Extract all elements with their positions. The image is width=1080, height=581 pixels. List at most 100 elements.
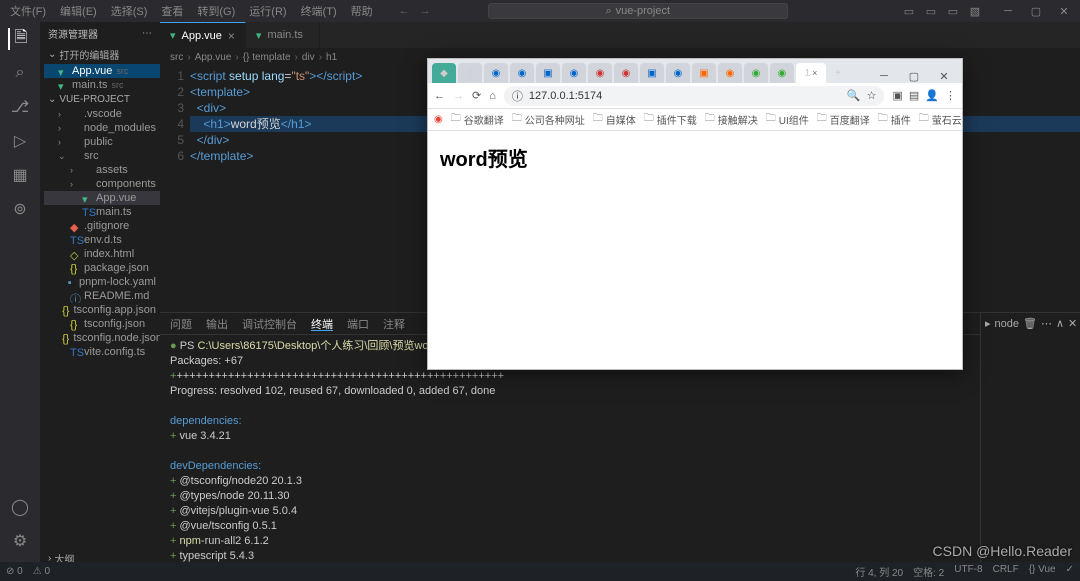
browser-minimize[interactable]: ─ xyxy=(870,70,898,83)
file-tree-item[interactable]: {}tsconfig.json xyxy=(44,317,160,331)
browser-tab[interactable]: ◉ xyxy=(588,63,612,83)
browser-tab[interactable]: ◉ xyxy=(614,63,638,83)
breadcrumb-item[interactable]: App.vue xyxy=(195,52,232,63)
browser-tab[interactable]: ◉ xyxy=(666,63,690,83)
file-tree-item[interactable]: ⌄src xyxy=(44,149,160,163)
breadcrumb-item[interactable]: {} template xyxy=(243,52,291,63)
nav-arrows[interactable]: ←→ xyxy=(399,5,431,17)
menu-icon[interactable]: ⋮ xyxy=(945,89,956,102)
menu-item[interactable]: 文件(F) xyxy=(4,1,52,21)
status-item[interactable]: 空格: 2 xyxy=(913,564,944,579)
file-tree-item[interactable]: ›node_modules xyxy=(44,121,160,135)
file-tree-item[interactable]: ◇index.html xyxy=(44,247,160,261)
menu-item[interactable]: 查看 xyxy=(155,1,189,21)
search-in-page-icon[interactable]: 🔍 xyxy=(847,89,861,102)
bookmark-star-icon[interactable]: ☆ xyxy=(867,89,877,102)
editor-tab[interactable]: ▾App.vue× xyxy=(160,22,246,48)
extensions-icon[interactable]: ▦ xyxy=(9,164,31,186)
layout-controls[interactable]: ▭ ▭ ▭ ▧ xyxy=(902,5,982,18)
back-button[interactable]: ← xyxy=(434,90,445,102)
bookmark-item[interactable]: 🗀插件 xyxy=(878,111,911,128)
search-icon[interactable]: ⌕ xyxy=(9,62,31,84)
extension-icon[interactable]: ▤ xyxy=(909,89,919,102)
open-editor-item[interactable]: ▾App.vue src xyxy=(44,64,160,78)
file-tree-item[interactable]: {}tsconfig.node.json xyxy=(44,331,160,345)
outline-header[interactable]: ›大纲 xyxy=(40,549,160,562)
browser-tab[interactable]: | xyxy=(458,63,482,83)
open-editor-item[interactable]: ▾main.ts src xyxy=(44,78,160,92)
file-tree-item[interactable]: {}tsconfig.app.json xyxy=(44,303,160,317)
browser-tab[interactable]: ◉ xyxy=(770,63,794,83)
test-icon[interactable]: ⊚ xyxy=(9,198,31,220)
file-tree-item[interactable]: ◆.gitignore xyxy=(44,219,160,233)
explorer-icon[interactable]: 🗎 xyxy=(8,28,30,50)
open-editors-header[interactable]: ⌄打开的编辑器 xyxy=(40,45,160,64)
status-item[interactable]: 行 4, 列 20 xyxy=(855,564,903,579)
close-button[interactable]: ✕ xyxy=(1052,5,1076,18)
browser-maximize[interactable]: ▢ xyxy=(900,70,928,83)
forward-button[interactable]: → xyxy=(453,90,464,102)
profile-icon[interactable]: 👤 xyxy=(925,89,939,102)
file-tree-item[interactable]: ›assets xyxy=(44,163,160,177)
panel-tab[interactable]: 调试控制台 xyxy=(242,316,297,331)
menu-item[interactable]: 终端(T) xyxy=(295,1,343,21)
new-tab-button[interactable]: + xyxy=(828,63,848,83)
browser-tab[interactable]: ◉ xyxy=(562,63,586,83)
extension-icon[interactable]: ▣ xyxy=(892,89,902,102)
menu-item[interactable]: 编辑(E) xyxy=(54,1,103,21)
bookmark-item[interactable]: 🗀公司各种网址 xyxy=(512,111,585,128)
file-tree-item[interactable]: ›.vscode xyxy=(44,107,160,121)
debug-icon[interactable]: ▷ xyxy=(9,130,31,152)
browser-tab[interactable]: ▣ xyxy=(640,63,664,83)
breadcrumb-item[interactable]: h1 xyxy=(326,52,337,63)
menu-item[interactable]: 转到(G) xyxy=(191,1,241,21)
command-search[interactable]: ⌕ vue-project xyxy=(488,3,788,19)
browser-tab[interactable]: ▣ xyxy=(536,63,560,83)
status-item[interactable]: {} Vue xyxy=(1029,564,1056,579)
menu-item[interactable]: 运行(R) xyxy=(243,1,292,21)
file-tree-item[interactable]: ▪pnpm-lock.yaml xyxy=(44,275,160,289)
editor-tab[interactable]: ▾main.ts xyxy=(246,22,320,48)
panel-right-icon[interactable]: ▭ xyxy=(946,5,960,18)
browser-tab[interactable]: ◉ xyxy=(744,63,768,83)
source-control-icon[interactable]: ⎇ xyxy=(9,96,31,118)
bookmark-item[interactable]: 🗀UI组件 xyxy=(766,111,809,128)
status-item[interactable]: UTF-8 xyxy=(954,564,982,579)
bookmark-item[interactable]: ◉ xyxy=(434,114,443,125)
status-item[interactable]: ⚠ 0 xyxy=(33,566,50,577)
panel-tab[interactable]: 输出 xyxy=(206,316,228,331)
bookmark-item[interactable]: 🗀萤石云摄像头 xyxy=(919,111,962,128)
maximize-button[interactable]: ▢ xyxy=(1024,5,1048,18)
file-tree-item[interactable]: ›components xyxy=(44,177,160,191)
menu-item[interactable]: 选择(S) xyxy=(105,1,154,21)
file-tree-item[interactable]: TSvite.config.ts xyxy=(44,345,160,359)
home-button[interactable]: ⌂ xyxy=(489,90,496,102)
account-icon[interactable]: ◯ xyxy=(9,496,31,518)
panel-tab[interactable]: 终端 xyxy=(311,316,333,331)
bookmark-item[interactable]: 🗀百度翻译 xyxy=(817,111,870,128)
address-bar[interactable]: ⓘ 127.0.0.1:5174 🔍 ☆ xyxy=(504,86,885,106)
minimize-button[interactable]: ─ xyxy=(996,5,1020,18)
site-info-icon[interactable]: ⓘ xyxy=(512,88,523,104)
browser-tab-active[interactable]: 1× xyxy=(796,63,826,83)
layout-icon[interactable]: ▧ xyxy=(968,5,982,18)
more-icon[interactable]: ⋯ xyxy=(142,28,152,39)
terminal-list[interactable]: ▸node🗑⋯∧✕ xyxy=(980,313,1080,562)
menu-item[interactable]: 帮助 xyxy=(345,1,379,21)
browser-tab[interactable]: ◆ xyxy=(432,63,456,83)
status-item[interactable]: ✓ xyxy=(1066,564,1074,579)
settings-icon[interactable]: ⚙ xyxy=(9,530,31,552)
panel-left-icon[interactable]: ▭ xyxy=(902,5,916,18)
panel-tab[interactable]: 问题 xyxy=(170,316,192,331)
bookmark-item[interactable]: 🗀接触解决 xyxy=(705,111,758,128)
browser-tab[interactable]: ◉ xyxy=(484,63,508,83)
file-tree-item[interactable]: ⓘREADME.md xyxy=(44,289,160,303)
reload-button[interactable]: ⟳ xyxy=(472,89,481,102)
bookmark-item[interactable]: 🗀谷歌翻译 xyxy=(451,111,504,128)
browser-tab[interactable]: ◉ xyxy=(718,63,742,83)
browser-tab[interactable]: ◉ xyxy=(510,63,534,83)
file-tree-item[interactable]: {}package.json xyxy=(44,261,160,275)
status-item[interactable]: CRLF xyxy=(993,564,1019,579)
browser-tab[interactable]: ▣ xyxy=(692,63,716,83)
panel-tab[interactable]: 注释 xyxy=(383,316,405,331)
